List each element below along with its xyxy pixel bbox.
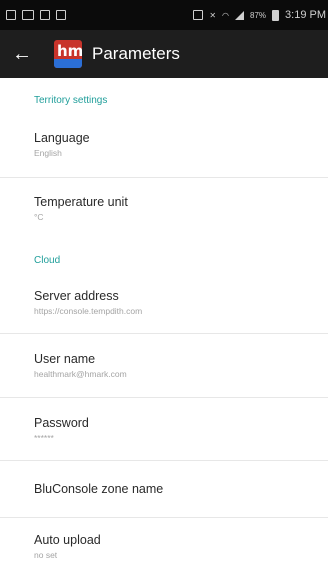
signal-icon xyxy=(235,10,245,20)
logo-text: hm xyxy=(57,42,82,60)
section-header-cloud: Cloud xyxy=(34,255,61,266)
setting-value: English xyxy=(34,148,62,158)
status-right-icons: ✕ ◠ 87% 3:19 PM xyxy=(193,9,326,21)
message-notification-icon xyxy=(22,10,34,20)
setting-user-name[interactable]: User name healthmark@hmark.com xyxy=(0,334,328,398)
nfc-icon xyxy=(193,10,204,20)
mail-notification-icon xyxy=(40,10,50,20)
setting-title: Language xyxy=(34,131,90,145)
arrow-left-icon[interactable]: ← xyxy=(12,44,36,64)
clipboard-notification-icon xyxy=(56,10,66,20)
setting-temperature-unit[interactable]: Temperature unit °C xyxy=(0,178,328,238)
setting-value: healthmark@hmark.com xyxy=(34,369,127,379)
setting-value: ****** xyxy=(34,432,54,443)
settings-list: Territory settings Language English Temp… xyxy=(0,78,328,575)
battery-percent: 87% xyxy=(250,10,267,20)
setting-title: Auto upload xyxy=(34,533,101,547)
setting-title: User name xyxy=(34,352,96,366)
status-bar: ✕ ◠ 87% 3:19 PM xyxy=(0,0,328,30)
setting-value: no set xyxy=(34,550,58,560)
clock: 3:19 PM xyxy=(285,9,326,21)
wifi-icon: ◠ xyxy=(222,10,230,20)
setting-zone-name[interactable]: BluConsole zone name xyxy=(0,461,328,518)
mute-icon: ✕ xyxy=(209,10,217,20)
section-header-territory: Territory settings xyxy=(34,95,108,106)
setting-server-address[interactable]: Server address https://console.tempdith.… xyxy=(0,272,328,334)
setting-title: BluConsole zone name xyxy=(34,482,164,496)
setting-auto-upload[interactable]: Auto upload no set xyxy=(0,518,328,575)
setting-value: °C xyxy=(34,211,44,222)
app-bar: ← hm Parameters xyxy=(0,30,328,78)
status-left-icons xyxy=(6,10,66,20)
setting-language[interactable]: Language English xyxy=(0,112,328,178)
setting-title: Temperature unit xyxy=(34,194,128,209)
setting-title: Server address xyxy=(34,289,119,303)
page-title: Parameters xyxy=(92,44,180,63)
setting-password[interactable]: Password ****** xyxy=(0,398,328,461)
app-logo: hm xyxy=(54,40,82,68)
setting-title: Password xyxy=(34,415,89,430)
gallery-notification-icon xyxy=(6,10,16,20)
setting-value: https://console.tempdith.com xyxy=(34,306,143,316)
battery-icon xyxy=(272,9,280,21)
